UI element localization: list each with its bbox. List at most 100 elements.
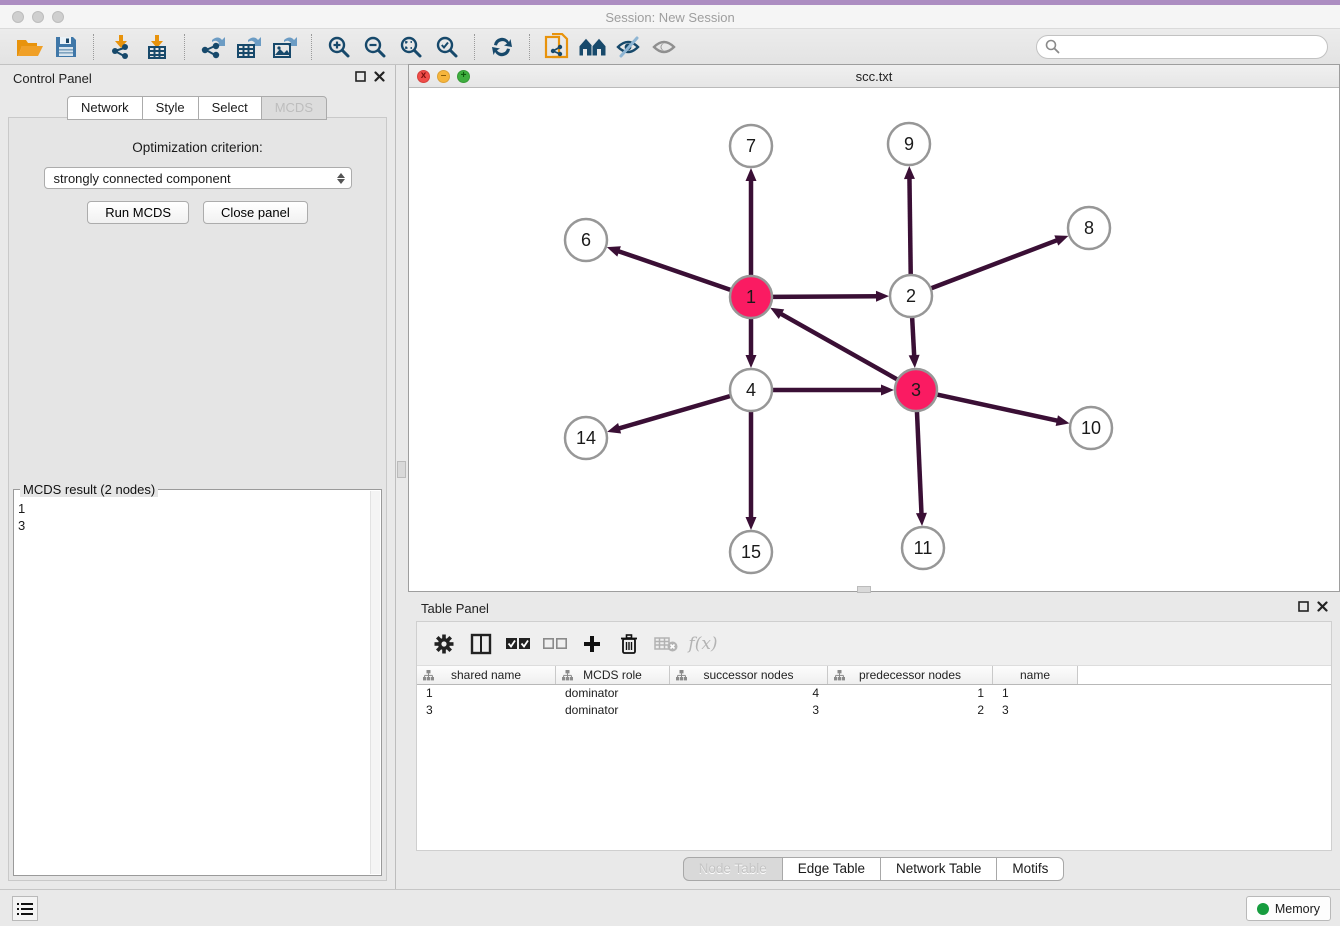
- graph-node-15[interactable]: 15: [730, 531, 772, 573]
- gear-icon[interactable]: [429, 629, 459, 659]
- tab-mcds[interactable]: MCDS: [261, 96, 327, 120]
- cell-name[interactable]: 1: [993, 685, 1078, 702]
- network-window-titlebar: x – + scc.txt: [409, 65, 1339, 88]
- first-neighbors-icon[interactable]: [575, 32, 611, 62]
- zoom-out-icon[interactable]: [357, 32, 393, 62]
- cell-successor-nodes[interactable]: 3: [670, 702, 828, 719]
- graph-node-14[interactable]: 14: [565, 417, 607, 459]
- tab-node-table[interactable]: Node Table: [683, 857, 783, 881]
- toolbar-separator: [184, 34, 185, 60]
- cell-shared-name[interactable]: 1: [417, 685, 556, 702]
- cell-predecessor-nodes[interactable]: 1: [828, 685, 993, 702]
- cell-successor-nodes[interactable]: 4: [670, 685, 828, 702]
- graph-node-label: 4: [746, 380, 756, 400]
- graph-edge-3-1[interactable]: [779, 313, 898, 380]
- graph-edge-1-6[interactable]: [616, 250, 731, 290]
- memory-button[interactable]: Memory: [1246, 896, 1331, 921]
- graph-node-9[interactable]: 9: [888, 123, 930, 165]
- graph-node-11[interactable]: 11: [902, 527, 944, 569]
- graph-edge-3-11[interactable]: [917, 411, 922, 516]
- close-panel-icon[interactable]: [374, 71, 385, 82]
- function-builder-icon[interactable]: f(x): [688, 629, 718, 659]
- cell-mcds-role[interactable]: dominator: [556, 702, 670, 719]
- graph-node-10[interactable]: 10: [1070, 407, 1112, 449]
- mcds-result-text[interactable]: 1 3: [18, 500, 369, 873]
- search-input[interactable]: [1060, 39, 1319, 54]
- zoom-in-icon[interactable]: [321, 32, 357, 62]
- zoom-selected-icon[interactable]: [429, 32, 465, 62]
- control-panel-header: Control Panel: [0, 65, 395, 91]
- column-header-shared-name[interactable]: shared name: [417, 666, 556, 684]
- search-box[interactable]: [1036, 35, 1328, 59]
- column-header-predecessor-nodes[interactable]: predecessor nodes: [828, 666, 993, 684]
- graph-node-1[interactable]: 1: [730, 276, 772, 318]
- close-panel-button[interactable]: Close panel: [203, 201, 308, 224]
- graph-edge-3-10[interactable]: [937, 394, 1060, 421]
- float-panel-icon[interactable]: [355, 71, 366, 82]
- network-window-title: scc.txt: [409, 69, 1339, 84]
- apply-layout-icon[interactable]: [484, 32, 520, 62]
- network-view-window: x – + scc.txt 7 9 6 8 1 2 4 3 14 10 15 11: [408, 64, 1340, 592]
- optimization-criterion-dropdown[interactable]: strongly connected component: [44, 167, 352, 189]
- graph-edge-2-8[interactable]: [931, 239, 1059, 288]
- open-session-icon[interactable]: [12, 32, 48, 62]
- main-toolbar: [0, 29, 1340, 65]
- graph-node-4[interactable]: 4: [730, 369, 772, 411]
- tab-motifs[interactable]: Motifs: [996, 857, 1064, 881]
- save-session-icon[interactable]: [48, 32, 84, 62]
- import-network-icon[interactable]: [103, 32, 139, 62]
- select-all-columns-icon[interactable]: [503, 629, 533, 659]
- graph-node-2[interactable]: 2: [890, 275, 932, 317]
- graph-edge-2-3[interactable]: [912, 317, 914, 358]
- table-row[interactable]: 1 dominator 4 1 1: [417, 685, 1331, 702]
- network-canvas[interactable]: 7 9 6 8 1 2 4 3 14 10 15 11: [409, 88, 1339, 591]
- table-row[interactable]: 3 dominator 3 2 3: [417, 702, 1331, 719]
- tab-network[interactable]: Network: [67, 96, 143, 120]
- export-network-icon[interactable]: [194, 32, 230, 62]
- add-icon[interactable]: [577, 629, 607, 659]
- close-panel-icon[interactable]: [1317, 601, 1328, 612]
- status-bar: Memory: [0, 889, 1340, 926]
- show-all-icon[interactable]: [647, 32, 683, 62]
- cell-shared-name[interactable]: 3: [417, 702, 556, 719]
- delete-icon[interactable]: [614, 629, 644, 659]
- graph-arrowhead: [607, 423, 621, 434]
- float-panel-icon[interactable]: [1298, 601, 1309, 612]
- tab-style[interactable]: Style: [142, 96, 199, 120]
- column-header-mcds-role[interactable]: MCDS role: [556, 666, 670, 684]
- graph-edges[interactable]: [607, 166, 1070, 530]
- task-history-button[interactable]: [12, 896, 38, 921]
- unselect-all-columns-icon[interactable]: [540, 629, 570, 659]
- hide-selected-icon[interactable]: [611, 32, 647, 62]
- zoom-fit-icon[interactable]: [393, 32, 429, 62]
- export-image-icon[interactable]: [266, 32, 302, 62]
- app-title: Session: New Session: [0, 10, 1340, 25]
- table-toolbar: f(x): [417, 622, 1331, 666]
- tab-edge-table[interactable]: Edge Table: [782, 857, 881, 881]
- delete-table-icon[interactable]: [651, 629, 681, 659]
- tab-network-table[interactable]: Network Table: [880, 857, 997, 881]
- horizontal-splitter-handle[interactable]: [857, 586, 871, 593]
- column-header-name[interactable]: name: [993, 666, 1078, 684]
- import-table-icon[interactable]: [139, 32, 175, 62]
- graph-edge-4-14[interactable]: [617, 396, 731, 429]
- column-header-successor-nodes[interactable]: successor nodes: [670, 666, 828, 684]
- tab-select[interactable]: Select: [198, 96, 262, 120]
- graph-node-6[interactable]: 6: [565, 219, 607, 261]
- graph-node-8[interactable]: 8: [1068, 207, 1110, 249]
- export-table-icon[interactable]: [230, 32, 266, 62]
- mcds-result-scrollbar[interactable]: [370, 491, 380, 874]
- column-type-icon: [676, 670, 687, 681]
- cell-name[interactable]: 3: [993, 702, 1078, 719]
- graph-edge-2-9[interactable]: [909, 176, 910, 275]
- graph-edge-1-2[interactable]: [772, 296, 879, 297]
- graph-node-7[interactable]: 7: [730, 125, 772, 167]
- vertical-splitter-handle[interactable]: [397, 461, 406, 478]
- graph-node-3[interactable]: 3: [895, 369, 937, 411]
- cell-predecessor-nodes[interactable]: 2: [828, 702, 993, 719]
- network-graph[interactable]: 7 9 6 8 1 2 4 3 14 10 15 11: [409, 88, 1339, 592]
- cell-mcds-role[interactable]: dominator: [556, 685, 670, 702]
- run-mcds-button[interactable]: Run MCDS: [87, 201, 189, 224]
- column-layout-icon[interactable]: [466, 629, 496, 659]
- clone-network-icon[interactable]: [539, 32, 575, 62]
